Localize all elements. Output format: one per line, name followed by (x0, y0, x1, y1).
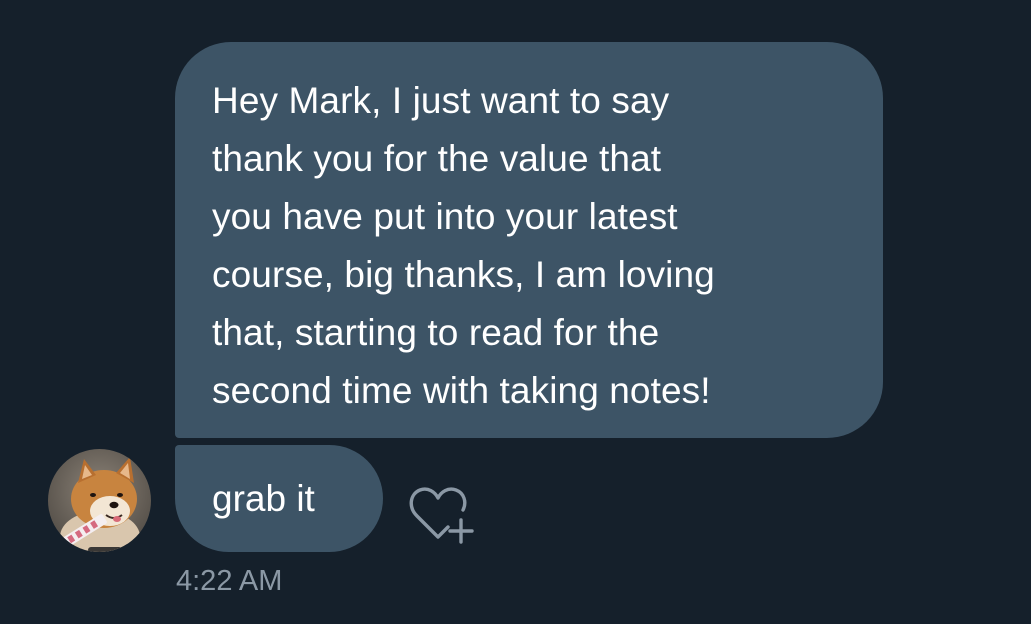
message-bubble[interactable]: grab it (175, 445, 383, 552)
message-bubble[interactable]: Hey Mark, I just want to say thank you f… (175, 42, 883, 438)
message-line: course, big thanks, I am loving (212, 254, 715, 295)
message-line: second time with taking notes! (212, 370, 711, 411)
message-line: you have put into your latest (212, 196, 678, 237)
avatar[interactable] (48, 449, 151, 552)
add-reaction-button[interactable] (404, 484, 480, 548)
message-line: that, starting to read for the (212, 312, 660, 353)
message-text: grab it (212, 478, 315, 519)
message-timestamp: 4:22 AM (176, 565, 283, 597)
dog-avatar-icon (48, 449, 151, 552)
message-line: Hey Mark, I just want to say (212, 80, 670, 121)
heart-plus-icon (409, 487, 474, 544)
message-line: thank you for the value that (212, 138, 662, 179)
